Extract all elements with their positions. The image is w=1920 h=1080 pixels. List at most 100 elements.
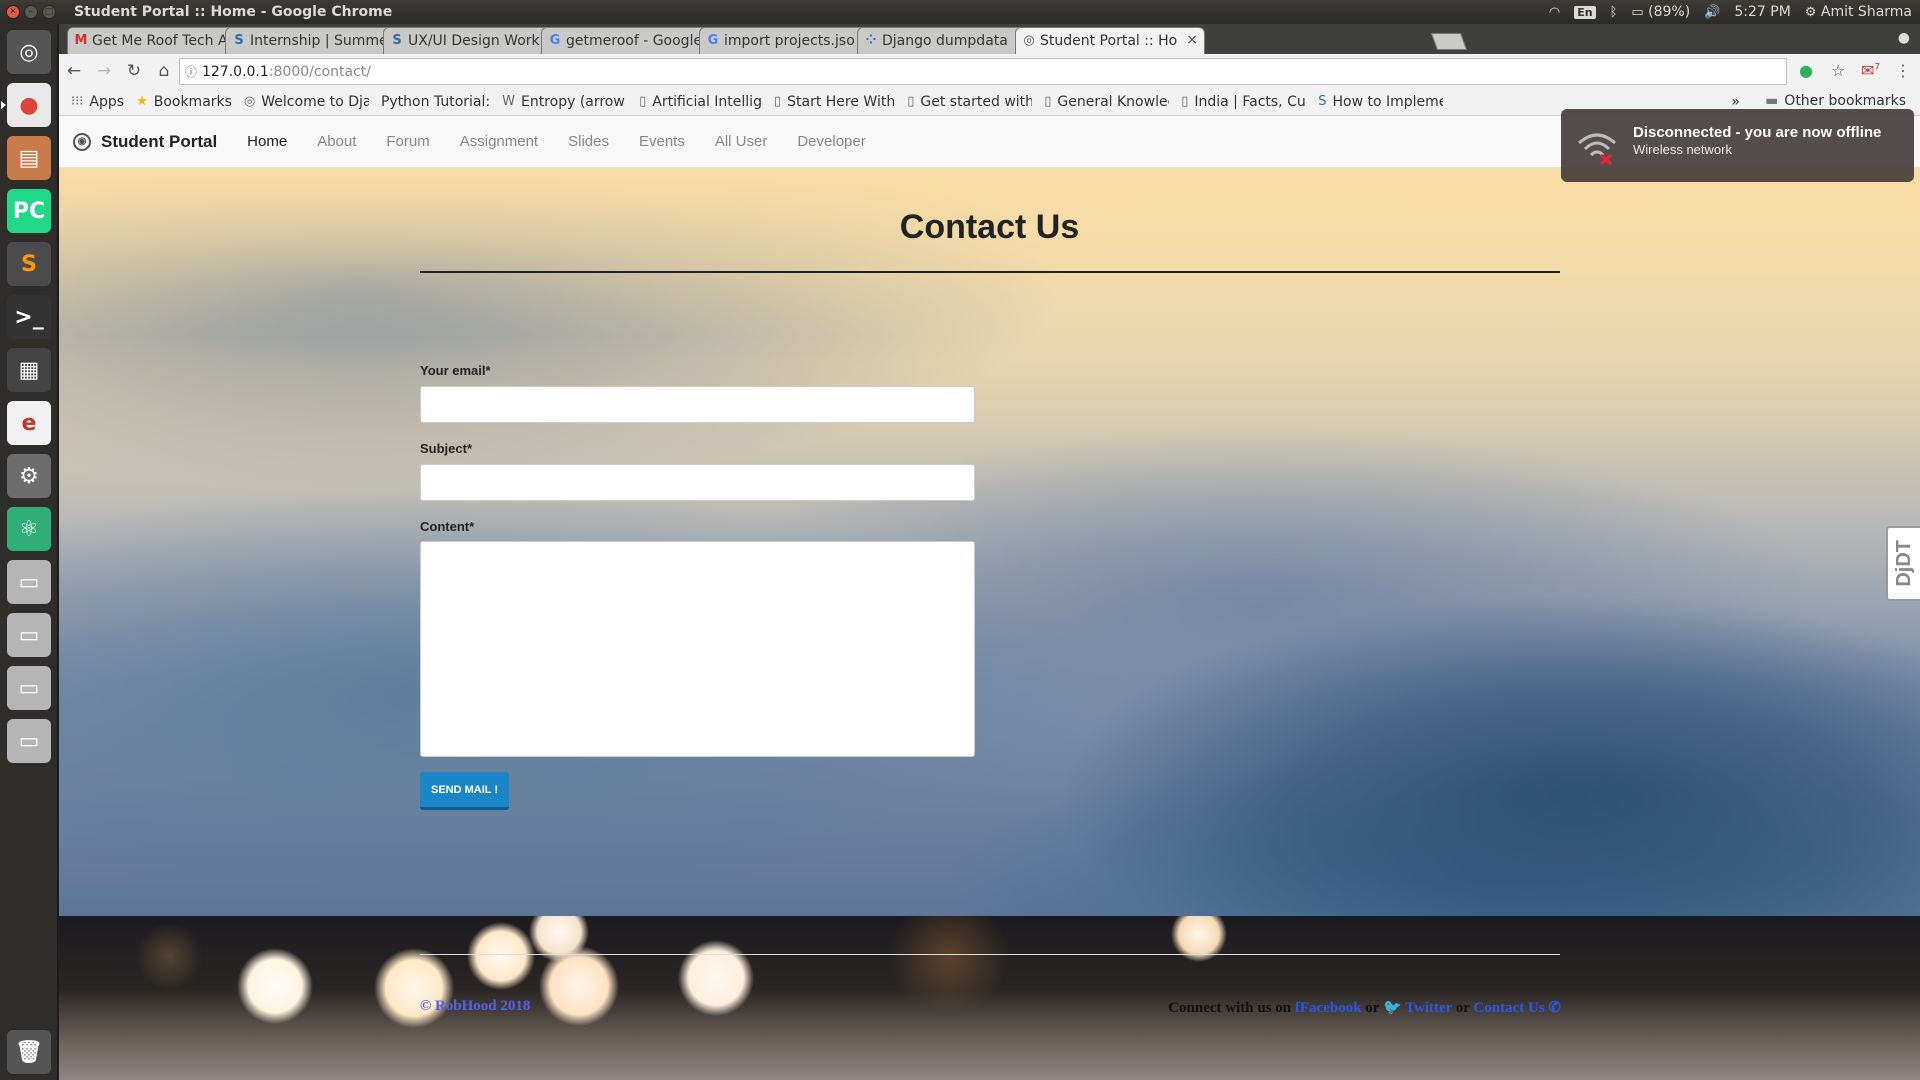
workspace-launcher-button[interactable]: ▦ (7, 348, 51, 392)
brand-name: Student Portal (101, 131, 218, 151)
nav-events[interactable]: Events (639, 133, 685, 150)
bookmark-item[interactable]: ▯ India | Facts, Cul (1181, 94, 1306, 110)
other-bookmarks-label: Other bookmarks (1784, 93, 1906, 109)
bookmark-icon: ▯ (639, 94, 647, 109)
bookmark-item[interactable]: ★ Bookmarks (136, 94, 232, 110)
nav-forum[interactable]: Forum (386, 133, 429, 150)
clock[interactable]: 5:27 PM (1734, 4, 1790, 20)
email-field[interactable] (420, 386, 975, 423)
bookmark-item[interactable]: ▯ General Knowlec (1044, 94, 1169, 110)
separator-or: or (1452, 1000, 1474, 1016)
drive-icon-4-launcher-button[interactable]: ▭ (7, 719, 51, 763)
browser-tab[interactable]: ◎ Student Portal :: Ho × (1015, 27, 1205, 54)
trash-launcher-button[interactable]: 🗑 (7, 1030, 51, 1074)
ubuntu-top-panel: ✕ – □ Student Portal :: Home - Google Ch… (0, 0, 1920, 24)
content-label: Content* (420, 519, 475, 534)
bookmark-item[interactable]: ▯ Start Here With (774, 94, 895, 110)
bookmark-label: General Knowlec (1057, 93, 1170, 110)
terminal-launcher-button[interactable]: >_ (7, 295, 51, 339)
grammarly-extension-icon[interactable]: ● (1799, 61, 1813, 80)
drive-icon-3: ▭ (18, 675, 40, 701)
bookmark-item[interactable]: W Entropy (arrow c (502, 94, 627, 110)
bookmark-label: Artificial Intellig (652, 93, 762, 110)
tab-label: UX/UI Design Work (408, 33, 540, 49)
tab-close-icon[interactable]: × (1186, 32, 1198, 48)
battery-indicator[interactable]: ▭ (89%) (1631, 4, 1690, 20)
content-textarea[interactable] (420, 541, 975, 757)
workspace-icon: ▦ (18, 357, 40, 383)
pycharm-launcher-button[interactable]: PC (7, 189, 51, 233)
chrome-menu-icon[interactable]: ⋮ (1895, 61, 1911, 80)
nav-slides[interactable]: Slides (568, 133, 609, 150)
brand-logo-icon: ◉ (73, 132, 91, 151)
new-tab-button[interactable] (1430, 33, 1468, 50)
bookmark-label: How to Impleme (1332, 93, 1444, 110)
bluetooth-icon[interactable]: ᛒ (1610, 5, 1618, 20)
window-close-button[interactable]: ✕ (6, 5, 20, 19)
chrome-launcher-button[interactable]: ● (1, 83, 51, 127)
window-minimize-button[interactable]: – (24, 5, 38, 19)
phone-icon: ✆ (1548, 1000, 1561, 1016)
bookmark-item[interactable]: S How to Impleme (1318, 94, 1443, 110)
forward-icon[interactable]: → (89, 61, 119, 81)
nav-all-user[interactable]: All User (715, 133, 768, 150)
gmail-checker-icon[interactable]: ✉7 (1861, 61, 1880, 80)
twitter-bird-icon: 🐦 (1382, 1000, 1406, 1016)
bookmark-item[interactable]: ⁝⁝⁝ Apps (71, 94, 124, 110)
pycharm-icon: PC (12, 198, 46, 224)
home-icon[interactable]: ⌂ (149, 61, 179, 81)
profile-icon[interactable]: ● (1898, 30, 1910, 46)
folder-icon: ▬ (1765, 93, 1779, 109)
volume-icon[interactable]: 🔊 (1704, 5, 1720, 20)
settings-launcher-button[interactable]: ⚙ (7, 454, 51, 498)
site-brand[interactable]: ◉ Student Portal (73, 132, 217, 152)
network-notification: Disconnected - you are now offline Wirel… (1561, 109, 1914, 182)
keyboard-language-indicator[interactable]: En (1574, 5, 1596, 19)
bookmark-item[interactable]: ◎ Welcome to Djar (244, 94, 369, 110)
editor-launcher-button[interactable]: e (7, 401, 51, 445)
footer-divider (420, 954, 1560, 955)
chrome-icon: ● (19, 92, 39, 118)
system-tray: ◠ En ᛒ ▭ (89%) 🔊 5:27 PM ⚙ Amit Sharma (1549, 0, 1912, 24)
bookmark-item[interactable]: Python Tutorial: (381, 94, 490, 110)
ubuntu-dash-launcher-button[interactable]: ◎ (7, 30, 51, 74)
bookmark-star-icon[interactable]: ☆ (1831, 61, 1845, 80)
sublime-launcher-button[interactable]: S (7, 242, 51, 286)
nav-home[interactable]: Home (247, 133, 287, 150)
copyright-link[interactable]: © RobHood 2018 (420, 998, 530, 1015)
wifi-icon[interactable]: ◠ (1549, 5, 1560, 20)
django-debug-toolbar-handle[interactable]: DjDT (1886, 526, 1920, 601)
contact-us-link[interactable]: Contact Us ✆ (1473, 1000, 1561, 1016)
bookmark-item[interactable]: ▯ Artificial Intellig (639, 94, 762, 110)
back-icon[interactable]: ← (59, 61, 89, 81)
subject-field[interactable] (420, 464, 975, 501)
bookmark-label: Welcome to Djar (261, 93, 369, 110)
window-title: Student Portal :: Home - Google Chrome (74, 4, 393, 20)
tab-strip: MGet Me Roof Tech A×SInternship | Summe×… (59, 24, 1920, 54)
atom-launcher-button[interactable]: ⚛ (7, 507, 51, 551)
reload-icon[interactable]: ↻ (119, 61, 149, 81)
send-mail-button[interactable]: SEND MAIL ! (420, 772, 509, 810)
battery-percent: (89%) (1648, 4, 1691, 20)
site-footer: © RobHood 2018 Connect with us on fFaceb… (59, 916, 1920, 1080)
window-maximize-button[interactable]: □ (42, 5, 56, 19)
address-bar[interactable]: ⓘ 127.0.0.1:8000/contact/ (179, 58, 1787, 85)
drive-icon-3-launcher-button[interactable]: ▭ (7, 666, 51, 710)
notification-subtitle: Wireless network (1633, 142, 1732, 157)
nav-assignment[interactable]: Assignment (460, 133, 538, 150)
nav-about[interactable]: About (317, 133, 356, 150)
facebook-link[interactable]: fFacebook (1295, 1000, 1362, 1016)
bookmark-icon: ◎ (243, 94, 256, 109)
drive-icon-1-launcher-button[interactable]: ▭ (7, 560, 51, 604)
site-info-icon[interactable]: ⓘ (180, 63, 202, 80)
nav-developer[interactable]: Developer (797, 133, 865, 150)
bookmarks-overflow-button[interactable]: » (1731, 94, 1740, 110)
bookmark-icon: W (502, 94, 515, 109)
twitter-link[interactable]: 🐦 Twitter (1383, 1000, 1452, 1016)
bookmark-item[interactable]: ▯ Get started with (907, 94, 1032, 110)
user-menu[interactable]: ⚙ Amit Sharma (1805, 4, 1912, 20)
other-bookmarks[interactable]: ▬ Other bookmarks (1765, 93, 1906, 109)
window-controls: ✕ – □ (0, 5, 68, 19)
files-launcher-button[interactable]: ▤ (7, 136, 51, 180)
drive-icon-2-launcher-button[interactable]: ▭ (7, 613, 51, 657)
